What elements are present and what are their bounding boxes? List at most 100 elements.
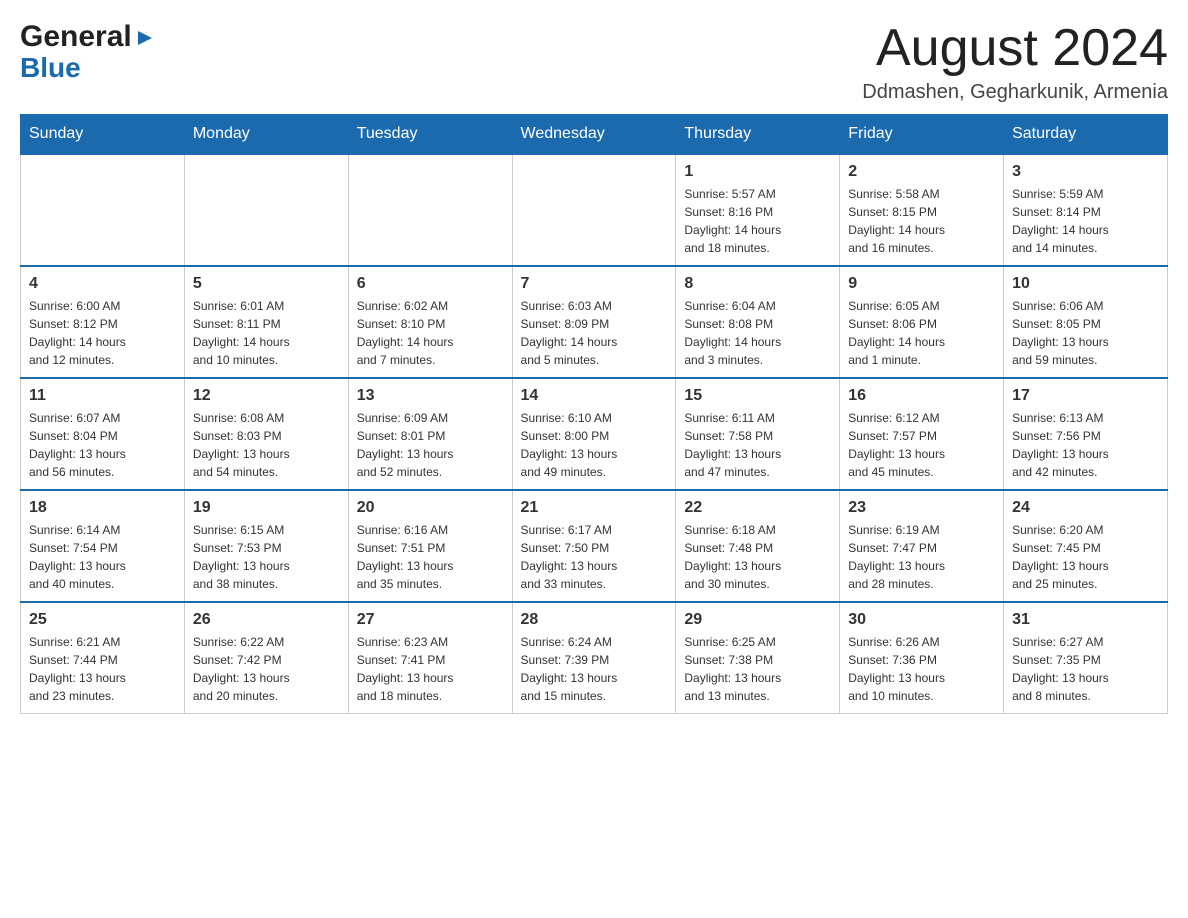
day-info: Sunrise: 6:04 AMSunset: 8:08 PMDaylight:…	[684, 297, 831, 369]
calendar-cell	[21, 154, 185, 266]
day-number: 3	[1012, 163, 1159, 181]
day-info: Sunrise: 6:00 AMSunset: 8:12 PMDaylight:…	[29, 297, 176, 369]
day-info: Sunrise: 6:06 AMSunset: 8:05 PMDaylight:…	[1012, 297, 1159, 369]
day-number: 7	[521, 275, 668, 293]
day-info: Sunrise: 6:21 AMSunset: 7:44 PMDaylight:…	[29, 633, 176, 705]
day-info: Sunrise: 6:02 AMSunset: 8:10 PMDaylight:…	[357, 297, 504, 369]
calendar-cell: 27 Sunrise: 6:23 AMSunset: 7:41 PMDayligh…	[348, 602, 512, 714]
day-number: 2	[848, 163, 995, 181]
calendar-cell: 11 Sunrise: 6:07 AMSunset: 8:04 PMDayligh…	[21, 378, 185, 490]
calendar-header-monday: Monday	[184, 115, 348, 155]
day-number: 24	[1012, 499, 1159, 517]
day-info: Sunrise: 6:09 AMSunset: 8:01 PMDaylight:…	[357, 409, 504, 481]
day-info: Sunrise: 6:17 AMSunset: 7:50 PMDaylight:…	[521, 521, 668, 593]
day-info: Sunrise: 6:23 AMSunset: 7:41 PMDaylight:…	[357, 633, 504, 705]
day-info: Sunrise: 6:25 AMSunset: 7:38 PMDaylight:…	[684, 633, 831, 705]
calendar-cell: 24 Sunrise: 6:20 AMSunset: 7:45 PMDayligh…	[1004, 490, 1168, 602]
calendar-cell: 22 Sunrise: 6:18 AMSunset: 7:48 PMDayligh…	[676, 490, 840, 602]
calendar-header-saturday: Saturday	[1004, 115, 1168, 155]
logo-general-text: General	[20, 20, 132, 54]
day-number: 18	[29, 499, 176, 517]
calendar-week-row: 11 Sunrise: 6:07 AMSunset: 8:04 PMDayligh…	[21, 378, 1168, 490]
calendar-cell: 2 Sunrise: 5:58 AMSunset: 8:15 PMDaylight…	[840, 154, 1004, 266]
day-number: 13	[357, 387, 504, 405]
calendar-table: SundayMondayTuesdayWednesdayThursdayFrid…	[20, 114, 1168, 714]
day-number: 5	[193, 275, 340, 293]
calendar-header-row: SundayMondayTuesdayWednesdayThursdayFrid…	[21, 115, 1168, 155]
calendar-cell: 28 Sunrise: 6:24 AMSunset: 7:39 PMDayligh…	[512, 602, 676, 714]
day-number: 1	[684, 163, 831, 181]
day-info: Sunrise: 6:24 AMSunset: 7:39 PMDaylight:…	[521, 633, 668, 705]
day-info: Sunrise: 6:20 AMSunset: 7:45 PMDaylight:…	[1012, 521, 1159, 593]
day-number: 29	[684, 611, 831, 629]
day-info: Sunrise: 6:08 AMSunset: 8:03 PMDaylight:…	[193, 409, 340, 481]
day-number: 30	[848, 611, 995, 629]
day-info: Sunrise: 6:07 AMSunset: 8:04 PMDaylight:…	[29, 409, 176, 481]
day-number: 11	[29, 387, 176, 405]
day-info: Sunrise: 6:27 AMSunset: 7:35 PMDaylight:…	[1012, 633, 1159, 705]
day-info: Sunrise: 6:18 AMSunset: 7:48 PMDaylight:…	[684, 521, 831, 593]
calendar-cell: 3 Sunrise: 5:59 AMSunset: 8:14 PMDaylight…	[1004, 154, 1168, 266]
day-info: Sunrise: 6:05 AMSunset: 8:06 PMDaylight:…	[848, 297, 995, 369]
day-number: 14	[521, 387, 668, 405]
day-info: Sunrise: 6:10 AMSunset: 8:00 PMDaylight:…	[521, 409, 668, 481]
calendar-title: August 2024	[862, 20, 1168, 77]
day-info: Sunrise: 6:03 AMSunset: 8:09 PMDaylight:…	[521, 297, 668, 369]
day-info: Sunrise: 6:01 AMSunset: 8:11 PMDaylight:…	[193, 297, 340, 369]
calendar-cell: 20 Sunrise: 6:16 AMSunset: 7:51 PMDayligh…	[348, 490, 512, 602]
calendar-cell	[348, 154, 512, 266]
day-number: 15	[684, 387, 831, 405]
calendar-header-sunday: Sunday	[21, 115, 185, 155]
day-number: 22	[684, 499, 831, 517]
day-info: Sunrise: 6:13 AMSunset: 7:56 PMDaylight:…	[1012, 409, 1159, 481]
calendar-cell	[184, 154, 348, 266]
day-info: Sunrise: 6:22 AMSunset: 7:42 PMDaylight:…	[193, 633, 340, 705]
day-number: 25	[29, 611, 176, 629]
calendar-header-wednesday: Wednesday	[512, 115, 676, 155]
calendar-cell	[512, 154, 676, 266]
day-number: 26	[193, 611, 340, 629]
day-info: Sunrise: 5:59 AMSunset: 8:14 PMDaylight:…	[1012, 185, 1159, 257]
calendar-cell: 26 Sunrise: 6:22 AMSunset: 7:42 PMDayligh…	[184, 602, 348, 714]
calendar-cell: 1Sunrise: 5:57 AMSunset: 8:16 PMDaylight…	[676, 154, 840, 266]
calendar-cell: 16Sunrise: 6:12 AMSunset: 7:57 PMDayligh…	[840, 378, 1004, 490]
calendar-cell: 17Sunrise: 6:13 AMSunset: 7:56 PMDayligh…	[1004, 378, 1168, 490]
day-number: 21	[521, 499, 668, 517]
calendar-cell: 31Sunrise: 6:27 AMSunset: 7:35 PMDayligh…	[1004, 602, 1168, 714]
calendar-cell: 6 Sunrise: 6:02 AMSunset: 8:10 PMDaylight…	[348, 266, 512, 378]
calendar-header-tuesday: Tuesday	[348, 115, 512, 155]
title-block: August 2024 Ddmashen, Gegharkunik, Armen…	[862, 20, 1168, 104]
calendar-cell: 18 Sunrise: 6:14 AMSunset: 7:54 PMDayligh…	[21, 490, 185, 602]
calendar-cell: 10Sunrise: 6:06 AMSunset: 8:05 PMDayligh…	[1004, 266, 1168, 378]
day-info: Sunrise: 6:11 AMSunset: 7:58 PMDaylight:…	[684, 409, 831, 481]
day-number: 23	[848, 499, 995, 517]
calendar-week-row: 25 Sunrise: 6:21 AMSunset: 7:44 PMDayligh…	[21, 602, 1168, 714]
calendar-cell: 19Sunrise: 6:15 AMSunset: 7:53 PMDayligh…	[184, 490, 348, 602]
day-number: 27	[357, 611, 504, 629]
day-info: Sunrise: 6:12 AMSunset: 7:57 PMDaylight:…	[848, 409, 995, 481]
calendar-cell: 29 Sunrise: 6:25 AMSunset: 7:38 PMDayligh…	[676, 602, 840, 714]
day-number: 8	[684, 275, 831, 293]
logo-blue-text: Blue	[20, 52, 81, 83]
calendar-week-row: 1Sunrise: 5:57 AMSunset: 8:16 PMDaylight…	[21, 154, 1168, 266]
day-info: Sunrise: 5:58 AMSunset: 8:15 PMDaylight:…	[848, 185, 995, 257]
calendar-location: Ddmashen, Gegharkunik, Armenia	[862, 81, 1168, 104]
calendar-cell: 7 Sunrise: 6:03 AMSunset: 8:09 PMDaylight…	[512, 266, 676, 378]
logo[interactable]: General Blue	[20, 20, 156, 82]
calendar-cell: 12Sunrise: 6:08 AMSunset: 8:03 PMDayligh…	[184, 378, 348, 490]
day-number: 20	[357, 499, 504, 517]
calendar-cell: 23Sunrise: 6:19 AMSunset: 7:47 PMDayligh…	[840, 490, 1004, 602]
day-number: 28	[521, 611, 668, 629]
logo-arrow-icon	[134, 27, 156, 49]
day-info: Sunrise: 6:26 AMSunset: 7:36 PMDaylight:…	[848, 633, 995, 705]
calendar-cell: 21 Sunrise: 6:17 AMSunset: 7:50 PMDayligh…	[512, 490, 676, 602]
day-number: 4	[29, 275, 176, 293]
day-info: Sunrise: 6:16 AMSunset: 7:51 PMDaylight:…	[357, 521, 504, 593]
calendar-cell: 9Sunrise: 6:05 AMSunset: 8:06 PMDaylight…	[840, 266, 1004, 378]
calendar-week-row: 4 Sunrise: 6:00 AMSunset: 8:12 PMDaylight…	[21, 266, 1168, 378]
calendar-cell: 4 Sunrise: 6:00 AMSunset: 8:12 PMDaylight…	[21, 266, 185, 378]
day-info: Sunrise: 6:14 AMSunset: 7:54 PMDaylight:…	[29, 521, 176, 593]
calendar-cell: 5 Sunrise: 6:01 AMSunset: 8:11 PMDaylight…	[184, 266, 348, 378]
day-number: 6	[357, 275, 504, 293]
calendar-cell: 14 Sunrise: 6:10 AMSunset: 8:00 PMDayligh…	[512, 378, 676, 490]
